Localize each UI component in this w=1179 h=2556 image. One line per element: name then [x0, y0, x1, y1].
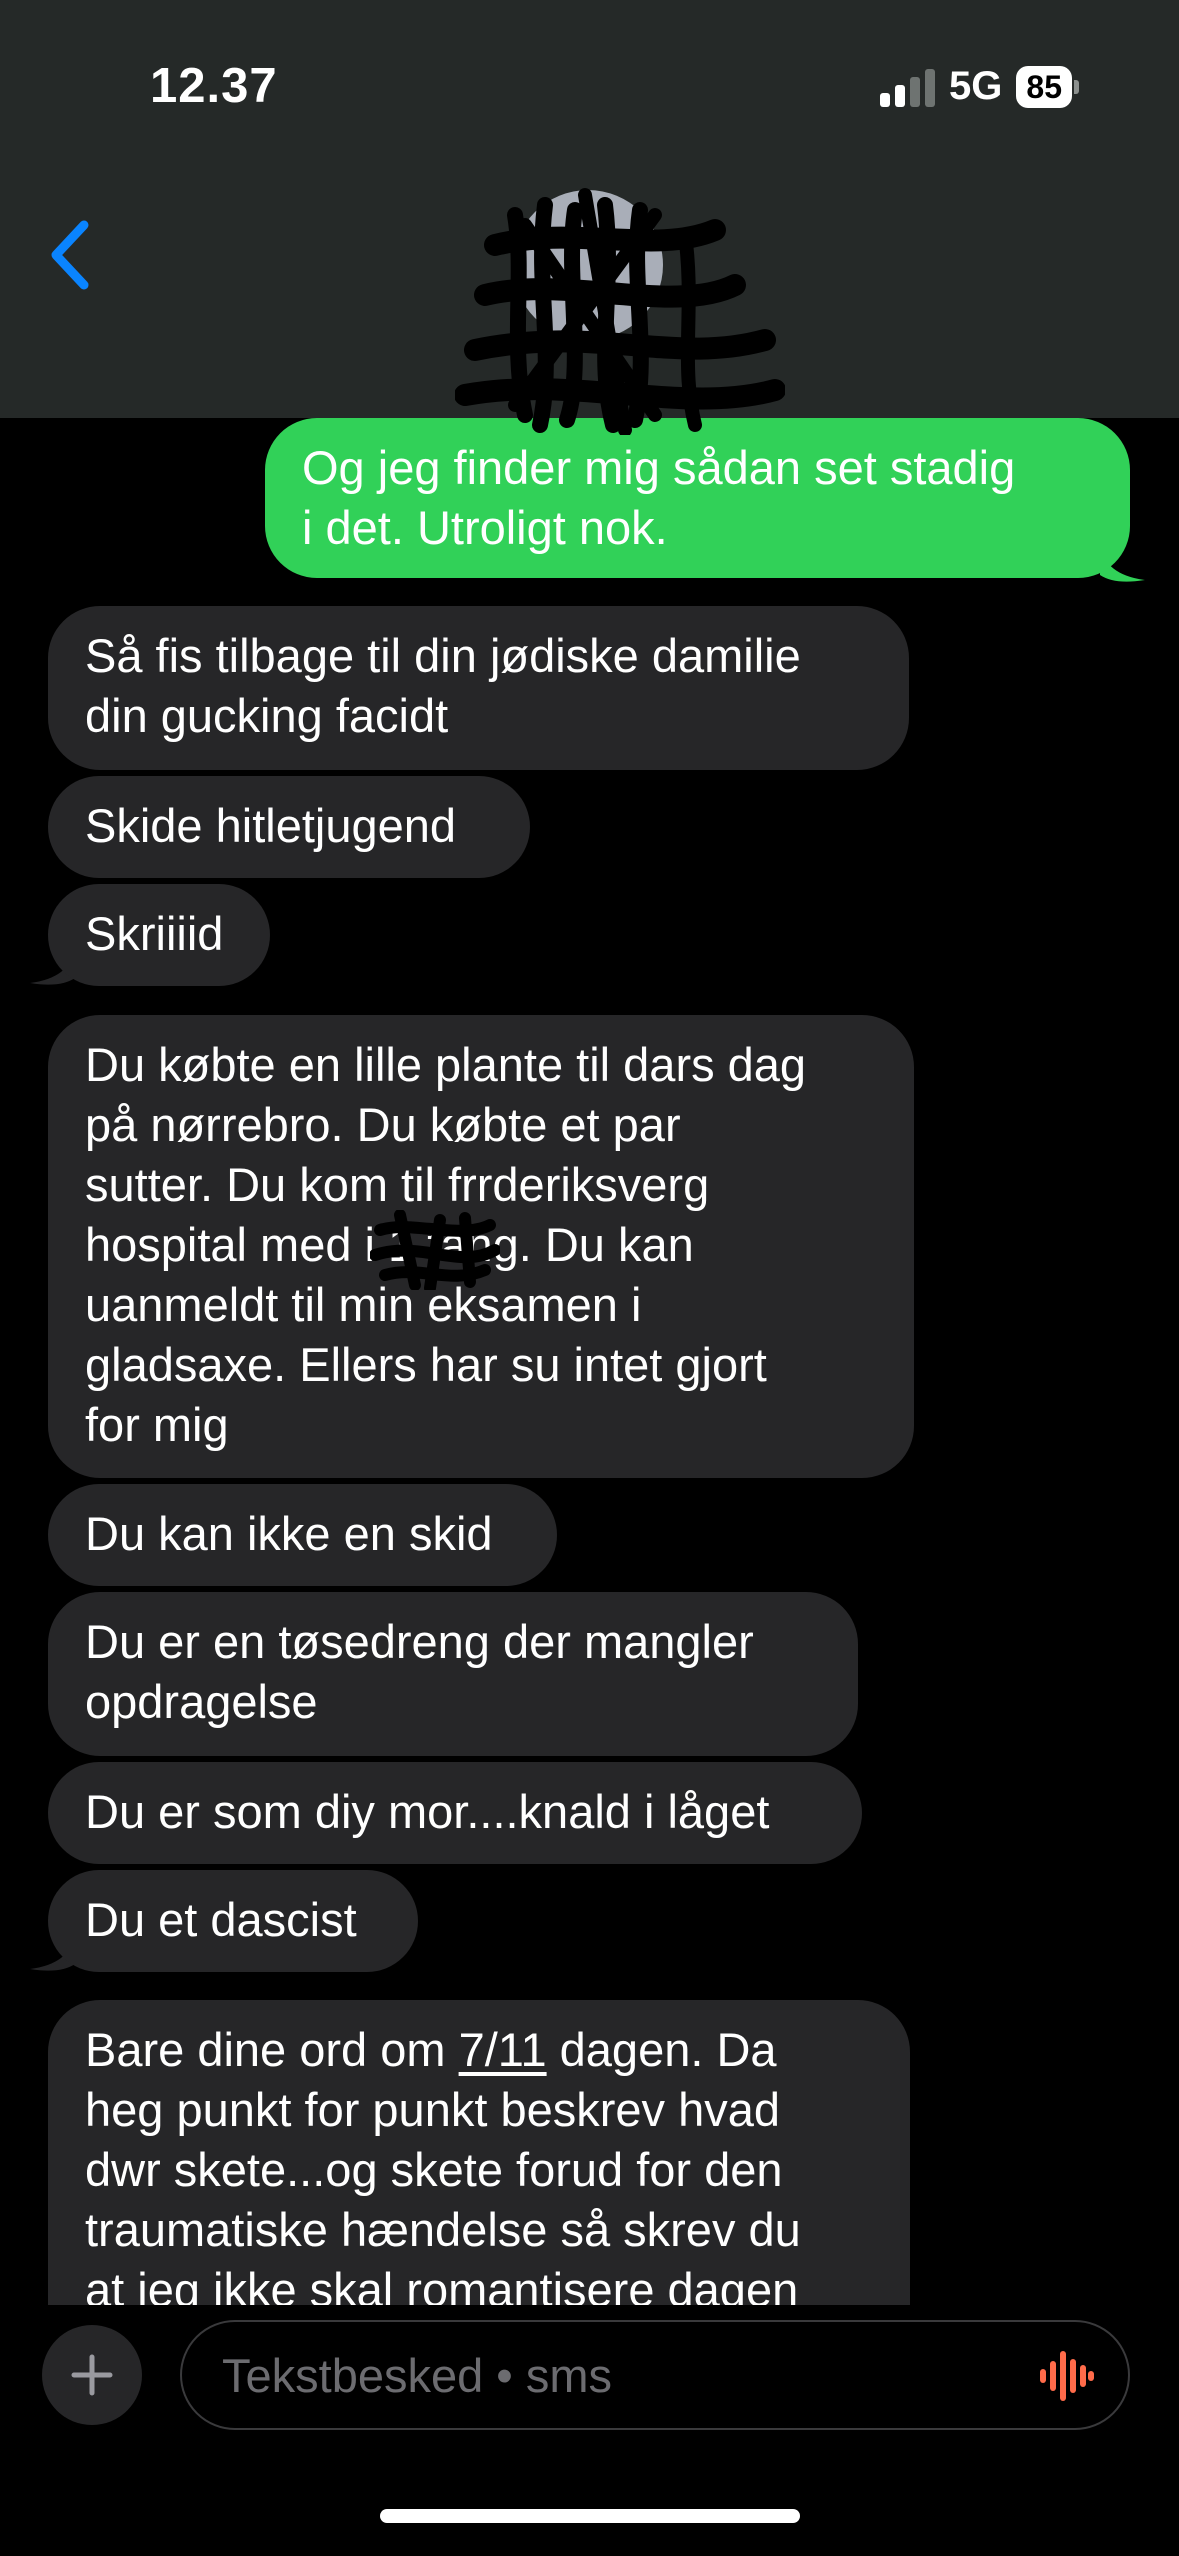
- battery-icon: 85: [1016, 65, 1079, 108]
- incoming-message[interactable]: Du er som diy mor....knald i låget: [48, 1762, 862, 1864]
- back-button[interactable]: [40, 215, 100, 295]
- incoming-message[interactable]: Bare dine ord om 7/11 dagen. Da heg punk…: [48, 2000, 910, 2305]
- status-indicators: 5G 85: [880, 64, 1079, 109]
- message-input-field[interactable]: [180, 2320, 1130, 2430]
- waveform-icon[interactable]: [1038, 2350, 1094, 2402]
- network-type: 5G: [949, 64, 1003, 108]
- outgoing-message[interactable]: Og jeg finder mig sådan set stadig i det…: [265, 418, 1130, 578]
- home-indicator[interactable]: [380, 2509, 800, 2523]
- message-input[interactable]: [220, 2346, 1004, 2404]
- chevron-left-icon: [51, 220, 89, 290]
- incoming-message[interactable]: Skriiiid: [48, 884, 270, 986]
- redaction-scribble: [455, 188, 785, 435]
- incoming-message[interactable]: Skide hitletjugend: [48, 776, 530, 878]
- date-link[interactable]: 7/11: [459, 2023, 547, 2076]
- battery-level: 85: [1016, 65, 1072, 108]
- incoming-message[interactable]: Du er en tøsedreng der mangler opdragels…: [48, 1592, 858, 1756]
- incoming-message[interactable]: Du et dascist: [48, 1870, 418, 1972]
- cellular-signal-icon: [880, 67, 936, 107]
- add-attachment-button[interactable]: [42, 2325, 142, 2425]
- incoming-message[interactable]: Så fis tilbage til din jødiske damilie d…: [48, 606, 909, 770]
- incoming-message[interactable]: Du kan ikke en skid: [48, 1484, 557, 1586]
- redaction-scribble: [370, 1210, 500, 1290]
- status-time: 12.37: [150, 59, 278, 113]
- plus-icon: [71, 2354, 113, 2396]
- conversation-header: 12.37 5G 85: [0, 0, 1179, 435]
